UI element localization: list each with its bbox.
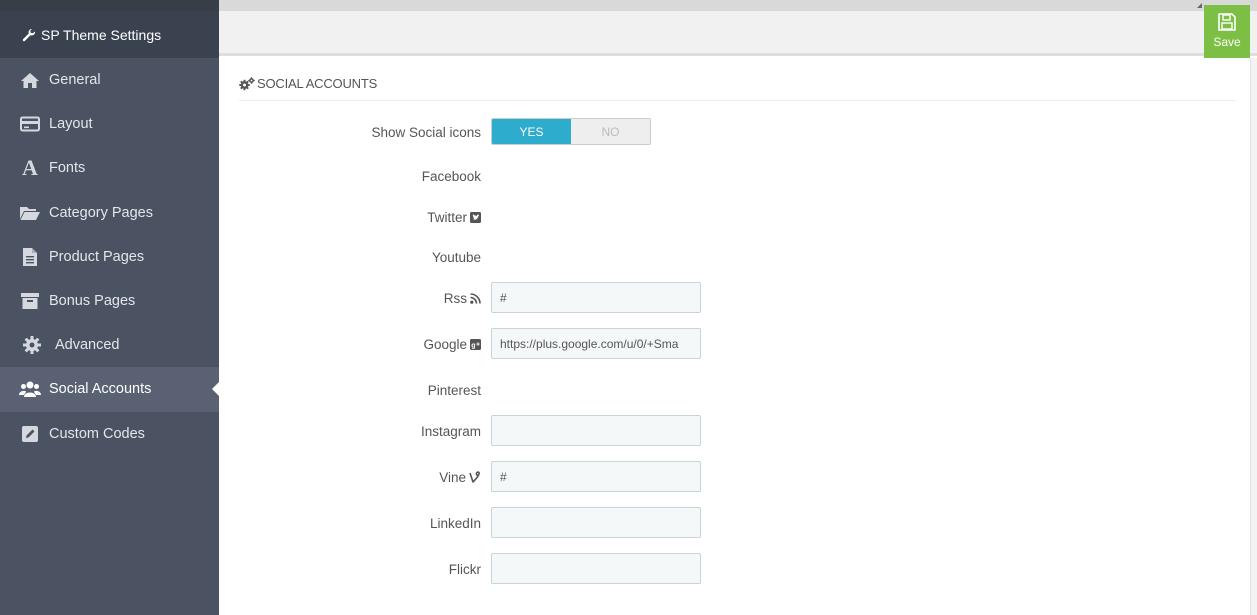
pinterest-row: Pinterest	[219, 374, 1250, 406]
toolbar	[219, 11, 1257, 56]
google-row: Google g	[219, 328, 1250, 360]
gear-icon	[21, 335, 43, 355]
linkedin-label: LinkedIn	[430, 507, 481, 539]
sidebar-item-label: Social Accounts	[49, 381, 152, 398]
sidebar-title: SP Theme Settings	[41, 26, 162, 43]
rss-icon	[470, 292, 481, 304]
linkedin-label-text: LinkedIn	[429, 515, 481, 531]
flickr-row: Flickr	[219, 553, 1250, 585]
sidebar-item-bonus-pages[interactable]: Bonus Pages	[0, 279, 219, 323]
sidebar-item-label: Layout	[49, 116, 93, 133]
show-social-icons-label-text: Show Social icons	[371, 124, 481, 140]
sidebar-item-custom-codes[interactable]: Custom Codes	[0, 412, 219, 456]
save-button[interactable]: Save	[1204, 5, 1250, 58]
pinterest-label: Pinterest	[428, 374, 481, 406]
linkedin-row: LinkedIn	[219, 507, 1250, 539]
youtube-label-text: Youtube	[431, 249, 481, 265]
home-icon	[19, 70, 41, 90]
credit-card-icon	[19, 114, 41, 134]
pinterest-label-text: Pinterest	[427, 382, 481, 398]
facebook-row: Facebook	[219, 160, 1250, 192]
show-social-icons-label: Show Social icons	[371, 118, 481, 146]
twitter-icon	[470, 211, 481, 223]
flickr-label: Flickr	[449, 553, 481, 585]
google-plus-icon: g	[470, 338, 481, 350]
floppy-disk-icon	[1218, 13, 1236, 31]
instagram-row: Instagram	[219, 415, 1250, 447]
sidebar-item-advanced[interactable]: Advanced	[0, 323, 219, 367]
sidebar-item-label: Fonts	[49, 160, 86, 177]
show-social-icons-row: Show Social icons YES NO	[219, 118, 1250, 150]
sidebar-item-label: Advanced	[55, 337, 120, 354]
rss-input[interactable]	[491, 282, 701, 313]
google-label-text: Google	[423, 336, 467, 352]
file-text-icon	[19, 247, 41, 267]
toggle-yes[interactable]: YES	[492, 119, 571, 144]
vine-icon	[469, 471, 481, 483]
rss-label-text: Rss	[443, 290, 467, 306]
sidebar-item-general[interactable]: General	[0, 58, 219, 102]
sidebar-item-label: Category Pages	[49, 204, 153, 221]
sidebar-item-label: Bonus Pages	[49, 293, 136, 310]
twitter-label-text: Twitter	[427, 209, 467, 225]
google-input[interactable]	[491, 328, 701, 359]
cogs-icon	[239, 77, 255, 91]
panel-title-text: SOCIAL ACCOUNTS	[257, 76, 378, 91]
resize-corner-icon	[1197, 3, 1202, 8]
vine-label: Vine	[439, 461, 481, 493]
twitter-row: Twitter	[219, 201, 1250, 233]
users-icon	[19, 379, 41, 399]
sidebar-item-product-pages[interactable]: Product Pages	[0, 235, 219, 279]
sidebar-item-layout[interactable]: Layout	[0, 102, 219, 146]
linkedin-input[interactable]	[491, 507, 701, 538]
instagram-label: Instagram	[421, 415, 481, 447]
google-label: Google g	[423, 328, 481, 360]
wrench-icon	[22, 28, 36, 41]
archive-icon	[19, 291, 41, 311]
panel-title: SOCIAL ACCOUNTS	[239, 76, 1236, 101]
vine-row: Vine	[219, 461, 1250, 493]
toggle-no[interactable]: NO	[571, 119, 650, 144]
folder-open-icon	[19, 203, 41, 223]
sidebar-item-fonts[interactable]: A Fonts	[0, 146, 219, 190]
instagram-label-text: Instagram	[420, 423, 481, 439]
sidebar-item-label: Custom Codes	[49, 425, 145, 442]
font-icon: A	[22, 155, 38, 181]
show-social-icons-toggle[interactable]: YES NO	[491, 118, 651, 145]
vine-input[interactable]	[491, 461, 701, 492]
flickr-label-text: Flickr	[448, 561, 481, 577]
flickr-input[interactable]	[491, 553, 701, 584]
svg-text:g: g	[471, 342, 475, 349]
settings-panel: SOCIAL ACCOUNTS Show Social icons YES NO…	[219, 59, 1250, 615]
rss-row: Rss	[219, 282, 1250, 314]
facebook-label-text: Facebook	[421, 168, 481, 184]
sidebar-item-label: Product Pages	[49, 248, 145, 265]
edit-icon	[19, 424, 41, 444]
youtube-row: Youtube	[219, 241, 1250, 273]
rss-label: Rss	[444, 282, 481, 314]
facebook-label: Facebook	[422, 160, 481, 192]
instagram-input[interactable]	[491, 415, 701, 446]
sidebar-item-category-pages[interactable]: Category Pages	[0, 191, 219, 235]
sidebar: SP Theme Settings General Layout A Fonts…	[0, 11, 219, 615]
twitter-label: Twitter	[427, 201, 481, 233]
vine-label-text: Vine	[439, 469, 466, 485]
sidebar-item-social-accounts[interactable]: Social Accounts	[0, 367, 219, 412]
youtube-label: Youtube	[432, 241, 481, 273]
sidebar-header: SP Theme Settings	[0, 11, 219, 58]
sidebar-item-label: General	[49, 72, 101, 89]
scrollbar[interactable]	[1250, 58, 1257, 615]
save-label: Save	[1213, 35, 1241, 49]
top-strip-dark	[0, 0, 219, 11]
